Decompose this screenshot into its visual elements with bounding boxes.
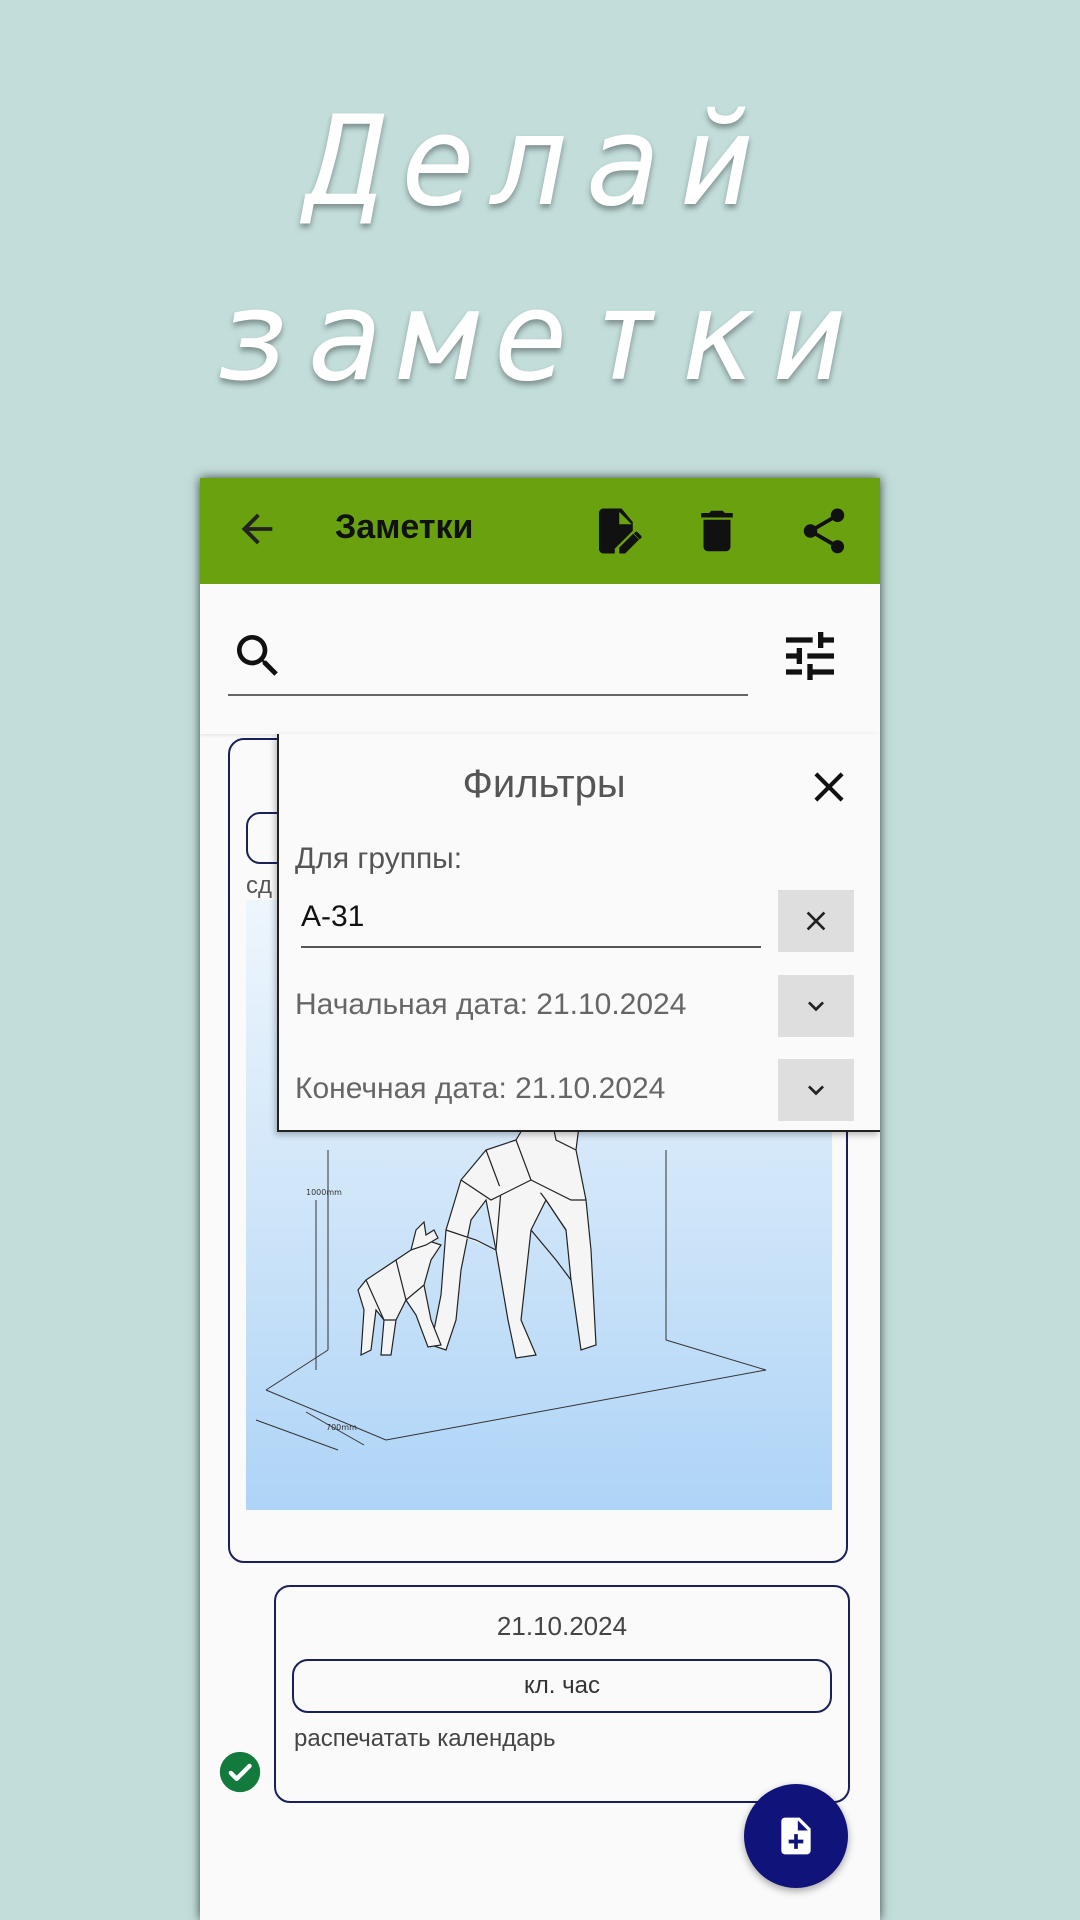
tune-icon[interactable]	[778, 624, 842, 688]
close-icon[interactable]	[804, 762, 854, 812]
app-bar: Заметки	[200, 478, 880, 584]
chevron-down-icon	[808, 1085, 824, 1096]
share-icon[interactable]	[797, 504, 851, 558]
trash-icon[interactable]	[690, 504, 744, 558]
promo-title-line-2: заметки	[215, 265, 865, 409]
promo-title-line-1: Делай	[308, 90, 772, 234]
clear-group-button[interactable]	[778, 890, 854, 952]
add-note-button[interactable]	[744, 1784, 848, 1888]
chevron-down-icon	[808, 1001, 824, 1012]
start-date-dropdown-button[interactable]	[778, 975, 854, 1037]
end-date-text: Конечная дата: 21.10.2024	[295, 1072, 666, 1105]
arrow-back-icon[interactable]	[234, 506, 280, 552]
group-label: Для группы:	[295, 842, 463, 875]
start-date-text: Начальная дата: 21.10.2024	[295, 988, 687, 1021]
filters-panel: Фильтры Для группы: Начальная дата: 21.1…	[277, 734, 880, 1132]
note-add-icon	[781, 1817, 811, 1855]
height-dimension-label: 1000mm	[306, 1188, 342, 1197]
page-title: Заметки	[335, 508, 474, 546]
note-date: 21.10.2024	[496, 1611, 628, 1641]
width-dimension-label: 700mm	[326, 1423, 357, 1432]
check-circle-icon[interactable]	[218, 1750, 262, 1794]
phone-screen: Заметки сд 1000mm 700mm 21.10.2024 кл. ч…	[200, 478, 880, 1920]
search-bar	[200, 584, 880, 734]
note-body: сд	[246, 872, 273, 899]
search-icon	[237, 635, 278, 676]
note-card[interactable]: 21.10.2024 кл. час распечатать календарь	[274, 1585, 850, 1803]
group-input[interactable]	[301, 888, 761, 948]
clear-icon	[806, 911, 826, 931]
search-input[interactable]	[228, 614, 748, 696]
end-date-dropdown-button[interactable]	[778, 1059, 854, 1121]
filters-title: Фильтры	[462, 762, 626, 806]
edit-document-icon[interactable]	[590, 504, 644, 558]
note-tag: кл. час	[292, 1659, 832, 1713]
note-body: распечатать календарь	[294, 1725, 556, 1752]
